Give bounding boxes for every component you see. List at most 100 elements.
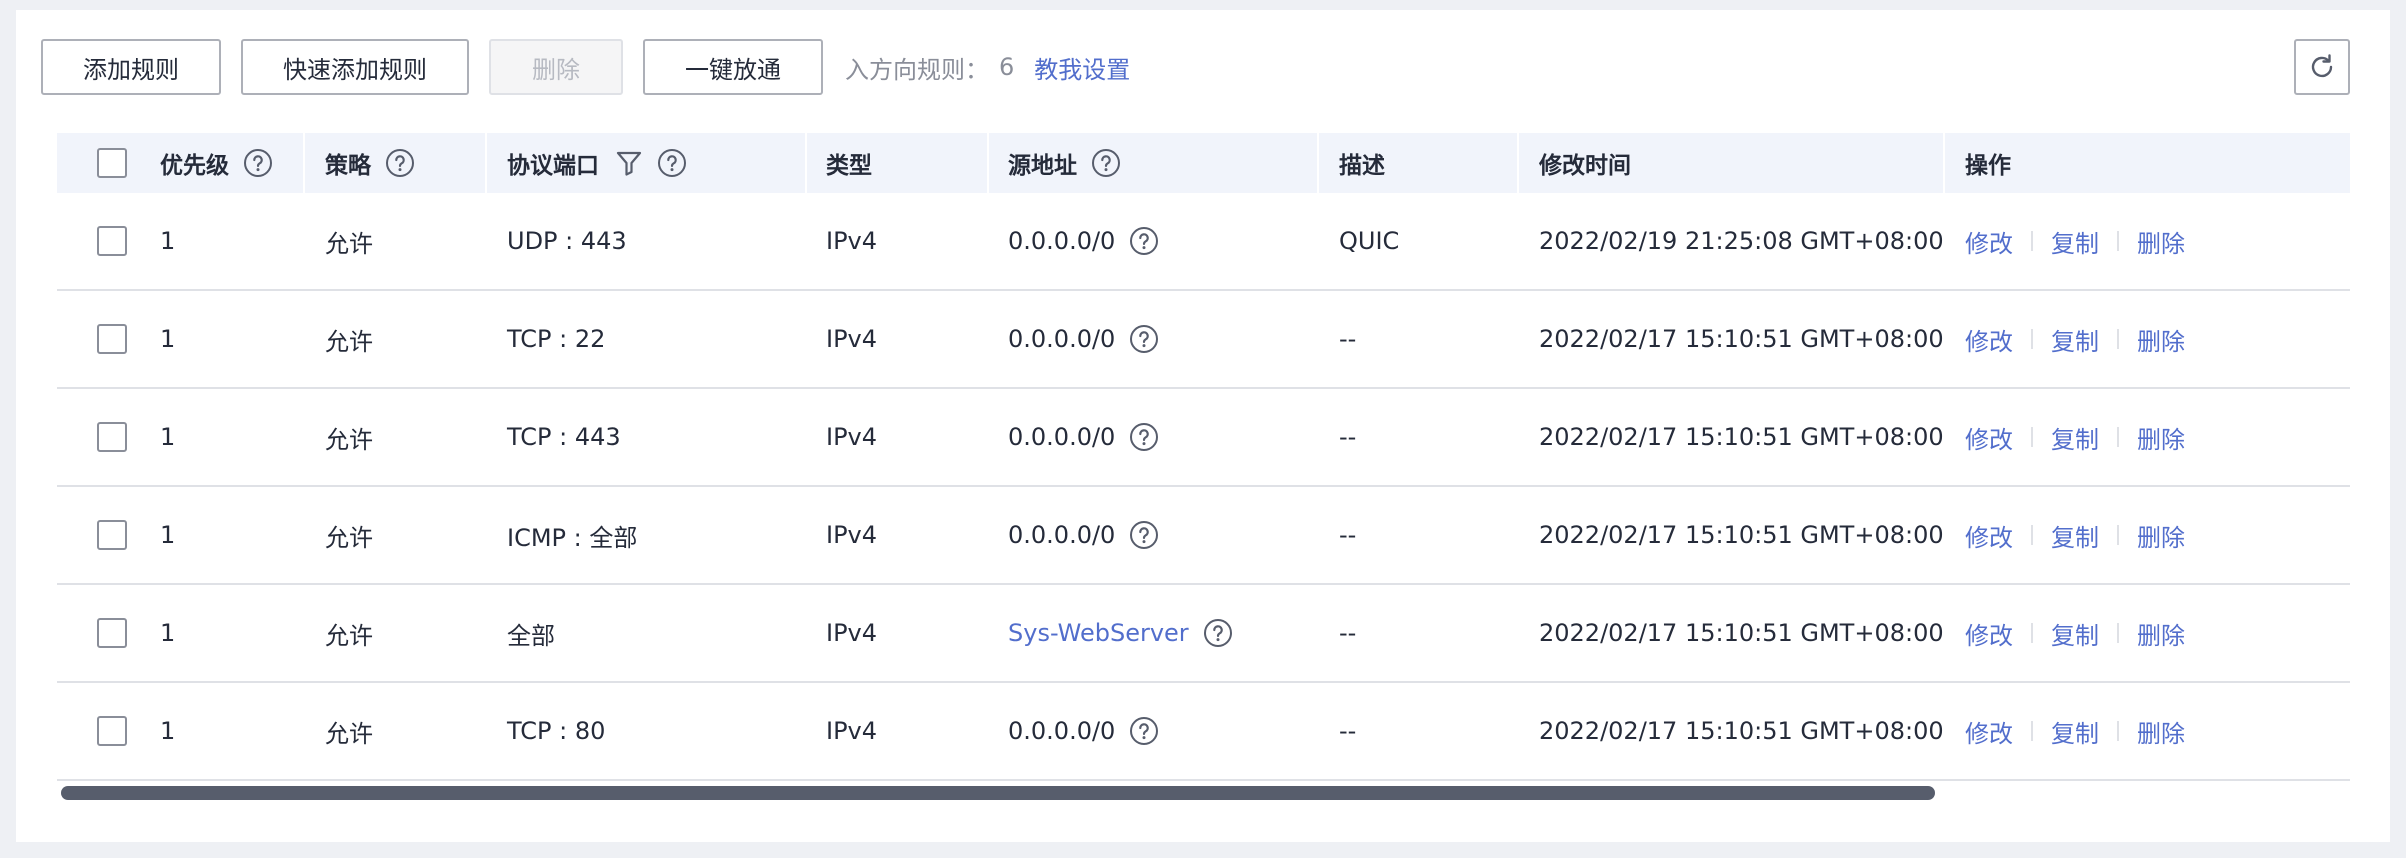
cell-modified-time: 2022/02/19 21:25:08 GMT+08:00: [1539, 227, 1944, 255]
question-circle-icon[interactable]: [1091, 148, 1121, 178]
cell-type: IPv4: [826, 717, 878, 745]
copy-link[interactable]: 复制: [2051, 714, 2099, 749]
cell-actions: 修改 复制 删除: [1965, 291, 2185, 387]
header-separator[interactable]: [1317, 133, 1319, 193]
scrollbar-thumb[interactable]: [61, 786, 1935, 800]
cell-actions: 修改 复制 删除: [1965, 683, 2185, 779]
delete-link[interactable]: 删除: [2137, 714, 2185, 749]
add-rule-button[interactable]: 添加规则: [41, 39, 221, 95]
cell-actions: 修改 复制 删除: [1965, 389, 2185, 485]
source-address: 0.0.0.0/0: [1008, 423, 1116, 451]
table-row: 1 允许 UDP : 443 IPv4 0.0.0.0/0 QUIC 2022/…: [57, 193, 2350, 291]
cell-priority: 1: [160, 325, 176, 353]
delete-link[interactable]: 删除: [2137, 616, 2185, 651]
edit-link[interactable]: 修改: [1965, 714, 2013, 749]
delete-link[interactable]: 删除: [2137, 420, 2185, 455]
cell-protocol-port: TCP : 443: [507, 423, 621, 451]
source-address: 0.0.0.0/0: [1008, 227, 1116, 255]
cell-type: IPv4: [826, 619, 878, 647]
question-circle-icon[interactable]: [1129, 422, 1159, 452]
copy-link[interactable]: 复制: [2051, 224, 2099, 259]
row-checkbox[interactable]: [97, 520, 127, 550]
edit-link[interactable]: 修改: [1965, 224, 2013, 259]
cell-modified-time: 2022/02/17 15:10:51 GMT+08:00: [1539, 619, 1944, 647]
cell-priority: 1: [160, 717, 176, 745]
source-address[interactable]: Sys-WebServer: [1008, 619, 1189, 647]
cell-source[interactable]: Sys-WebServer: [1008, 585, 1233, 681]
copy-link[interactable]: 复制: [2051, 420, 2099, 455]
copy-link[interactable]: 复制: [2051, 322, 2099, 357]
cell-description: --: [1339, 521, 1357, 549]
row-checkbox[interactable]: [97, 324, 127, 354]
header-separator[interactable]: [1943, 133, 1945, 193]
cell-modified-time: 2022/02/17 15:10:51 GMT+08:00: [1539, 521, 1944, 549]
cell-policy: 允许: [325, 621, 373, 650]
header-actions: 操作: [1965, 133, 2011, 193]
question-circle-icon[interactable]: [1129, 520, 1159, 550]
cell-protocol-port: UDP : 443: [507, 227, 627, 255]
header-protocol-port: 协议端口: [507, 133, 687, 193]
question-circle-icon[interactable]: [243, 148, 273, 178]
quick-add-rule-button[interactable]: 快速添加规则: [241, 39, 469, 95]
row-checkbox[interactable]: [97, 226, 127, 256]
refresh-button[interactable]: [2294, 39, 2350, 95]
header-type-label: 类型: [826, 153, 872, 179]
row-checkbox[interactable]: [97, 618, 127, 648]
row-checkbox[interactable]: [97, 422, 127, 452]
header-description-label: 描述: [1339, 153, 1385, 179]
action-divider: [2117, 525, 2119, 545]
header-separator[interactable]: [485, 133, 487, 193]
cell-modified-time: 2022/02/17 15:10:51 GMT+08:00: [1539, 717, 1944, 745]
question-circle-icon[interactable]: [1129, 324, 1159, 354]
header-separator[interactable]: [303, 133, 305, 193]
edit-link[interactable]: 修改: [1965, 518, 2013, 553]
table-row: 1 允许 TCP : 80 IPv4 0.0.0.0/0 -- 2022/02/…: [57, 683, 2350, 781]
question-circle-icon[interactable]: [385, 148, 415, 178]
header-description: 描述: [1339, 133, 1385, 193]
delete-button[interactable]: 删除: [489, 39, 623, 95]
cell-source: 0.0.0.0/0: [1008, 487, 1159, 583]
copy-link[interactable]: 复制: [2051, 518, 2099, 553]
inbound-rules-count: 入方向规则： 6: [845, 50, 1014, 85]
action-divider: [2117, 623, 2119, 643]
action-divider: [2031, 427, 2033, 447]
question-circle-icon[interactable]: [1129, 716, 1159, 746]
action-divider: [2117, 427, 2119, 447]
question-circle-icon[interactable]: [1129, 226, 1159, 256]
cell-protocol-port: 全部: [507, 621, 555, 650]
cell-modified-time: 2022/02/17 15:10:51 GMT+08:00: [1539, 325, 1944, 353]
header-separator[interactable]: [987, 133, 989, 193]
table-row: 1 允许 TCP : 22 IPv4 0.0.0.0/0 -- 2022/02/…: [57, 291, 2350, 389]
cell-modified-time: 2022/02/17 15:10:51 GMT+08:00: [1539, 423, 1944, 451]
cell-description: --: [1339, 619, 1357, 647]
cell-policy: 允许: [325, 229, 373, 258]
cell-source: 0.0.0.0/0: [1008, 291, 1159, 387]
cell-protocol-port: TCP : 22: [507, 325, 606, 353]
edit-link[interactable]: 修改: [1965, 322, 2013, 357]
delete-link[interactable]: 删除: [2137, 224, 2185, 259]
question-circle-icon[interactable]: [1203, 618, 1233, 648]
row-checkbox[interactable]: [97, 716, 127, 746]
cell-priority: 1: [160, 521, 176, 549]
action-divider: [2031, 525, 2033, 545]
edit-link[interactable]: 修改: [1965, 420, 2013, 455]
header-separator[interactable]: [805, 133, 807, 193]
cell-actions: 修改 复制 删除: [1965, 487, 2185, 583]
refresh-icon: [2311, 54, 2333, 78]
header-protocol-port-label: 协议端口: [507, 153, 599, 179]
inbound-rules-label: 入方向规则：: [845, 55, 989, 84]
horizontal-scrollbar[interactable]: [57, 784, 2350, 802]
cell-type: IPv4: [826, 325, 878, 353]
delete-link[interactable]: 删除: [2137, 322, 2185, 357]
cell-protocol-port: TCP : 80: [507, 717, 606, 745]
cell-actions: 修改 复制 删除: [1965, 585, 2185, 681]
teach-me-link[interactable]: 教我设置: [1034, 50, 1130, 85]
one-click-open-button[interactable]: 一键放通: [643, 39, 823, 95]
header-separator[interactable]: [1517, 133, 1519, 193]
edit-link[interactable]: 修改: [1965, 616, 2013, 651]
copy-link[interactable]: 复制: [2051, 616, 2099, 651]
select-all-checkbox[interactable]: [97, 148, 127, 178]
question-circle-icon[interactable]: [657, 148, 687, 178]
filter-icon[interactable]: [615, 149, 643, 177]
delete-link[interactable]: 删除: [2137, 518, 2185, 553]
